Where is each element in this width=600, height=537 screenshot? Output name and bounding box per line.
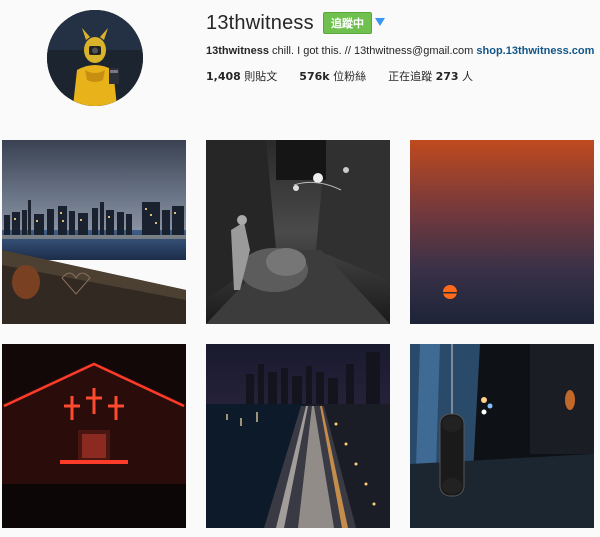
bio-link[interactable]: shop.13thwitness.com — [476, 45, 594, 57]
posts-label: 則貼文 — [244, 70, 278, 83]
followers-count: 576k — [299, 70, 330, 83]
post-tile-sunset[interactable] — [410, 140, 594, 324]
neon-church-photo — [2, 344, 186, 528]
options-dropdown-button[interactable] — [374, 16, 386, 28]
avatar-image — [47, 10, 143, 106]
city-highway-photo — [206, 344, 390, 528]
following-suffix: 人 — [462, 70, 474, 83]
post-tile-city-highway[interactable] — [206, 344, 390, 528]
followers-stat[interactable]: 576k 位粉絲 — [299, 68, 366, 84]
following-button[interactable]: 追蹤中 — [323, 12, 372, 34]
username: 13thwitness — [206, 12, 314, 34]
bio-name: 13thwitness — [206, 45, 269, 57]
bio-text: chill. I got this. // 13thwitness@gmail.… — [268, 45, 477, 57]
post-tile-payphone[interactable] — [410, 344, 594, 528]
post-tile-neon-church[interactable] — [2, 344, 186, 528]
triangle-down-icon — [375, 18, 385, 26]
following-stat[interactable]: 正在追蹤 273 人 — [388, 68, 473, 84]
posts-stat: 1,408 則貼文 — [206, 68, 277, 84]
street-photo — [206, 140, 390, 324]
followers-label: 位粉絲 — [333, 70, 367, 83]
post-tile-city-skyline[interactable] — [2, 140, 186, 324]
profile-stats: 1,408 則貼文 576k 位粉絲 正在追蹤 273 人 — [206, 68, 473, 84]
payphone-photo — [410, 344, 594, 528]
posts-count: 1,408 — [206, 70, 241, 83]
post-tile-street[interactable] — [206, 140, 390, 324]
sunset-photo — [410, 140, 594, 324]
following-count: 273 — [435, 70, 459, 83]
city-skyline-photo — [2, 140, 186, 324]
following-prefix: 正在追蹤 — [388, 70, 433, 83]
avatar[interactable] — [47, 10, 143, 106]
profile-bio: 13thwitness chill. I got this. // 13thwi… — [206, 45, 594, 57]
